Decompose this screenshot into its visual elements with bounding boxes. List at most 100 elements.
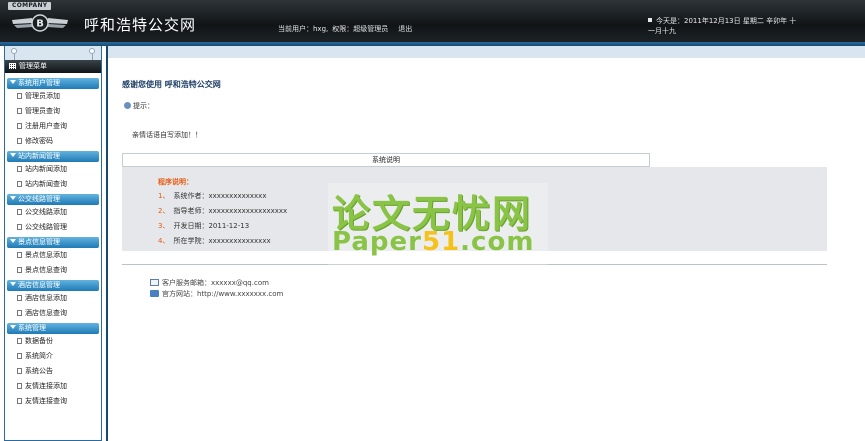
menu-item-label: 修改密码: [25, 137, 53, 145]
menu-item-label: 管理员查询: [25, 107, 60, 115]
menu-item[interactable]: 友情连接添加: [7, 379, 99, 394]
menu-item[interactable]: 管理员添加: [7, 89, 99, 104]
logout-link[interactable]: 退出: [398, 25, 412, 33]
menu-item[interactable]: 景点信息查询: [7, 263, 99, 278]
document-icon: [17, 209, 22, 215]
menu-title: 管理菜单: [19, 62, 47, 70]
sidebar: 管理菜单 系统用户管理管理员添加管理员查询注册用户查询 修改密码站内新闻管理站内新…: [4, 46, 102, 441]
menu-item-label: 站内新闻查询: [25, 180, 67, 188]
menu-item-label: 酒店信息添加: [25, 294, 67, 302]
document-icon: [17, 181, 22, 187]
expand-arrow-icon: [10, 196, 16, 200]
menu-group-title: 系统管理: [18, 324, 46, 332]
program-info-title: 程序说明：: [158, 178, 193, 186]
custom-message: 亲情话语自写添加！！: [132, 131, 202, 139]
menu-group-header[interactable]: 景点信息管理: [7, 237, 99, 248]
menu-item[interactable]: 注册用户查询: [7, 119, 99, 134]
menu-item[interactable]: 站内新闻查询: [7, 177, 99, 192]
watermark-url-b: 51: [421, 227, 461, 257]
menu-item[interactable]: 酒店信息添加: [7, 291, 99, 306]
menu-item[interactable]: 公交线路添加: [7, 205, 99, 220]
menu-item-label: 站内新闻添加: [25, 165, 67, 173]
document-icon: [17, 138, 22, 144]
menu-groups: 系统用户管理管理员添加管理员查询注册用户查询 修改密码站内新闻管理站内新闻添加 站内…: [7, 76, 99, 409]
menu-group-header[interactable]: 系统用户管理: [7, 78, 99, 89]
winged-logo-icon: B: [12, 14, 68, 32]
menu-item[interactable]: 数据备份: [7, 334, 99, 349]
watermark-url-c: .com: [460, 227, 535, 257]
document-icon: [17, 267, 22, 273]
info-number: 1、: [158, 192, 170, 200]
menu-item-label: 注册用户查询: [25, 122, 67, 130]
info-text: 系统作者：xxxxxxxxxxxxxx: [173, 192, 267, 200]
main-top-strip: [108, 46, 865, 58]
date-display: 今天是：2011年12月13日 星期二 辛卯年 十一月十九: [648, 16, 798, 36]
company-badge: COMPANY: [8, 2, 52, 10]
pin-icon: [11, 48, 17, 60]
program-info-row: 4、 所在学院：xxxxxxxxxxxxxxx: [158, 234, 287, 249]
menu-item-label: 景点信息查询: [25, 266, 67, 274]
program-info-row: 2、 指导老师：xxxxxxxxxxxxxxxxxxx: [158, 204, 287, 219]
expand-arrow-icon: [10, 325, 16, 329]
menu-item[interactable]: 酒店信息查询: [7, 306, 99, 321]
top-header: COMPANY B 呼和浩特公交网 当前用户：hxg, 权限：超级管理员 退出 今天…: [0, 0, 865, 42]
document-icon: [17, 383, 22, 389]
info-text: 所在学院：xxxxxxxxxxxxxxx: [173, 237, 271, 245]
menu-group-header[interactable]: 公交线路管理: [7, 194, 99, 205]
expand-arrow-icon: [10, 239, 16, 243]
menu-group-header[interactable]: 站内新闻管理: [7, 151, 99, 162]
sidebar-top-strip: [5, 46, 101, 60]
user-info: 当前用户：hxg, 权限：超级管理员 退出: [278, 24, 416, 34]
document-icon: [17, 353, 22, 359]
menu-item[interactable]: 景点信息添加: [7, 248, 99, 263]
contact-info: 客户服务邮箱：xxxxxx@qq.com 官方网站：http://www.xxx…: [150, 278, 283, 300]
menu-item[interactable]: 系统公告: [7, 364, 99, 379]
grid-icon: [9, 63, 16, 69]
program-info-row: 3、 开发日期：2011-12-13: [158, 219, 287, 234]
tip-text: 提示：: [133, 102, 154, 110]
current-user: 当前用户：hxg,: [278, 25, 329, 33]
menu-item-label: 系统简介: [25, 352, 53, 360]
document-icon: [17, 295, 22, 301]
info-text: 开发日期：2011-12-13: [173, 222, 250, 230]
main-content: 感谢您使用 呼和浩特公交网 提示： 亲情话语自写添加！！ 系统说明 程序说明： …: [106, 46, 865, 441]
menu-item-label: 公交线路添加: [25, 208, 67, 216]
document-icon: [17, 93, 22, 99]
contact-website: 官方网站：http://www.xxxxxxx.com: [162, 290, 284, 298]
welcome-heading: 感谢您使用 呼和浩特公交网: [122, 80, 221, 89]
tip-icon: [124, 102, 131, 109]
menu-item[interactable]: 友情连接查询: [7, 394, 99, 409]
expand-arrow-icon: [10, 80, 16, 84]
program-info-row: 1、 系统作者：xxxxxxxxxxxxxx: [158, 189, 287, 204]
info-number: 2、: [158, 207, 170, 215]
svg-text:B: B: [36, 19, 44, 30]
program-info-list: 1、 系统作者：xxxxxxxxxxxxxx 2、 指导老师：xxxxxxxxxxxx…: [158, 189, 287, 249]
menu-item[interactable]: 系统简介: [7, 349, 99, 364]
menu-group-title: 系统用户管理: [18, 79, 60, 87]
contact-email: 客户服务邮箱：xxxxxx@qq.com: [162, 279, 269, 287]
document-icon: [17, 338, 22, 344]
menu-group-header[interactable]: 酒店信息管理: [7, 280, 99, 291]
menu-group-header[interactable]: 系统管理: [7, 323, 99, 334]
website-icon: [150, 290, 159, 297]
menu-group-title: 站内新闻管理: [18, 152, 60, 160]
info-number: 4、: [158, 237, 170, 245]
system-info-header: 系统说明: [122, 153, 650, 167]
menu-item-label: 公交线路管理: [25, 223, 67, 231]
menu-item[interactable]: 修改密码: [7, 134, 99, 149]
document-icon: [17, 310, 22, 316]
menu-item[interactable]: 公交线路管理: [7, 220, 99, 235]
document-icon: [17, 368, 22, 374]
expand-arrow-icon: [10, 282, 16, 286]
menu-item[interactable]: 管理员查询: [7, 104, 99, 119]
document-icon: [17, 123, 22, 129]
pin-icon: [89, 48, 95, 60]
expand-arrow-icon: [10, 153, 16, 157]
user-role: 权限：超级管理员: [332, 25, 389, 33]
bullet-icon: [648, 18, 652, 22]
menu-item-label: 景点信息添加: [25, 251, 67, 259]
document-icon: [17, 166, 22, 172]
menu-item[interactable]: 站内新闻添加: [7, 162, 99, 177]
menu-item-label: 管理员添加: [25, 92, 60, 100]
tip-label: 提示：: [124, 101, 154, 111]
